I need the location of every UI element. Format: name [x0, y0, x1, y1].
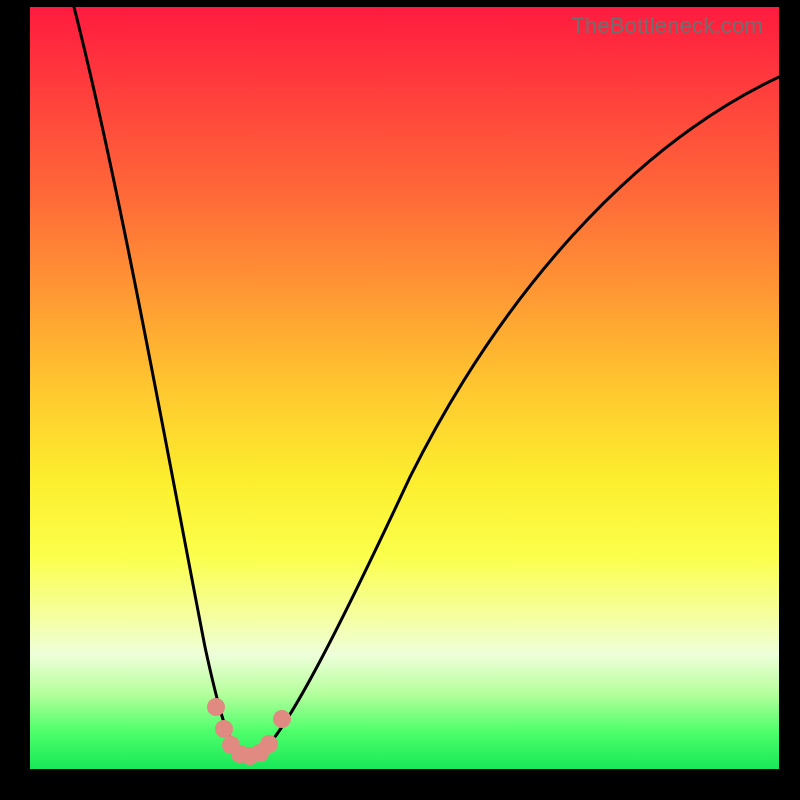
curve-marker	[215, 720, 233, 738]
curve-marker	[273, 710, 291, 728]
chart-plot-area: TheBottleneck.com	[30, 7, 779, 769]
bottleneck-curve-svg	[30, 7, 779, 769]
watermark-text: TheBottleneck.com	[571, 13, 763, 39]
bottleneck-curve-path	[74, 7, 779, 757]
curve-marker	[207, 698, 225, 716]
curve-marker	[260, 735, 278, 753]
